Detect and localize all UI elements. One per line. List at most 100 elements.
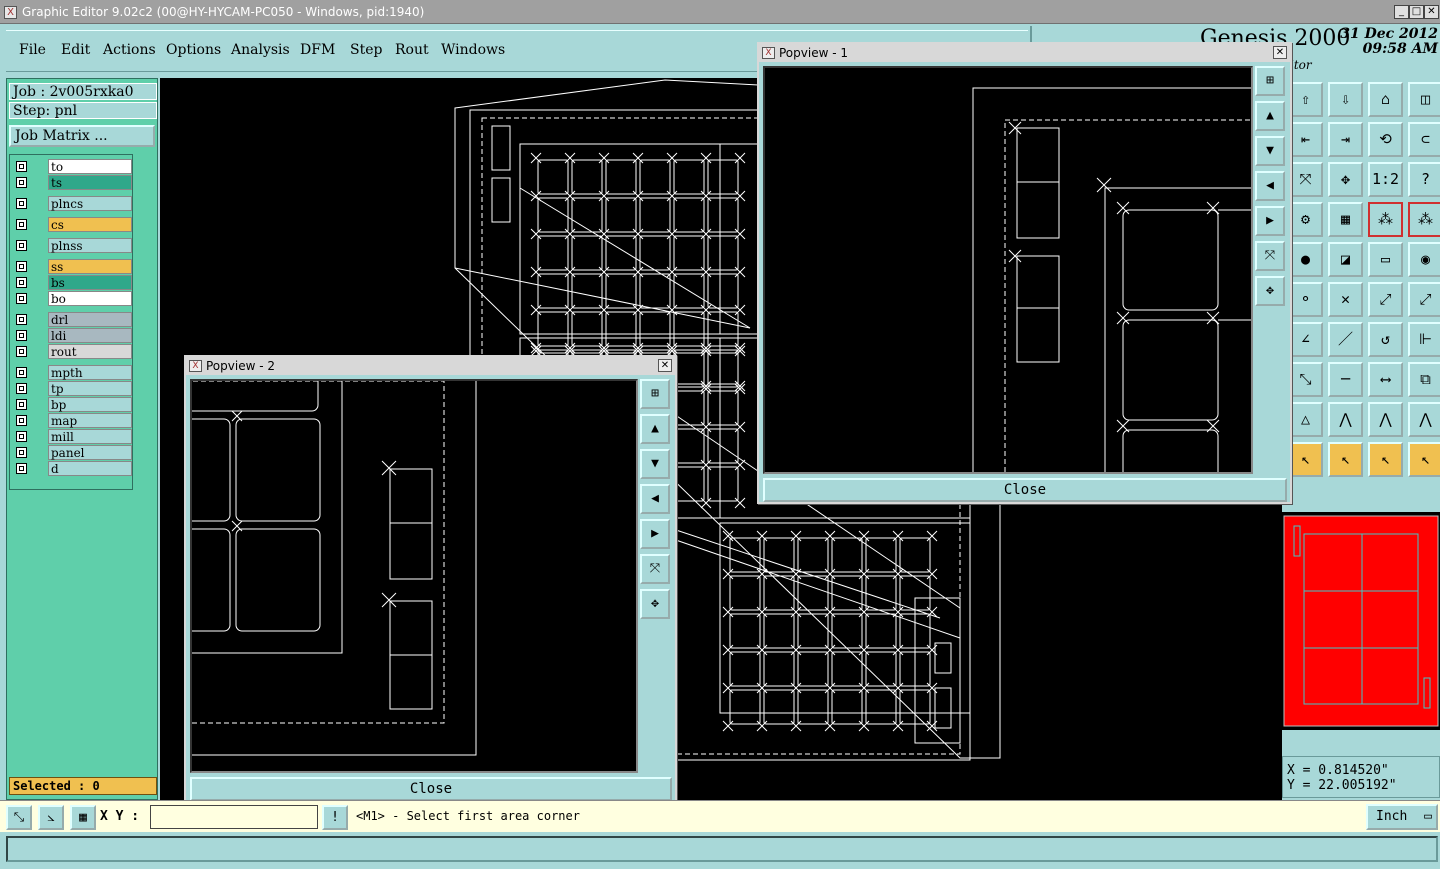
menu-dfm[interactable]: DFM (300, 42, 335, 58)
pan-down-icon[interactable]: ▼ (1255, 136, 1285, 166)
layer-name[interactable]: plncs (48, 196, 132, 211)
hline-icon[interactable]: ─ (1328, 362, 1363, 397)
select-area-icon[interactable]: ⤡ (1288, 362, 1323, 397)
layer-row-tp[interactable]: tp (12, 381, 132, 396)
zoom-home-icon[interactable]: ✥ (1255, 276, 1285, 306)
layer-checkbox[interactable] (16, 346, 27, 357)
popview-2-close-icon[interactable]: ✕ (658, 359, 672, 372)
popview-1-close-button[interactable]: Close (763, 478, 1287, 502)
layer-checkbox[interactable] (16, 261, 27, 272)
layer-row-cs[interactable]: cs (12, 217, 132, 232)
pan-up-icon[interactable]: ▲ (1255, 101, 1285, 131)
popview-2-canvas[interactable] (131, 360, 638, 773)
zoom-in-icon[interactable]: ⊞ (1255, 66, 1285, 96)
pad-icon[interactable]: ● (1288, 242, 1323, 277)
alert-icon[interactable]: ! (322, 805, 348, 830)
zoom-in-icon[interactable]: ⊞ (640, 379, 670, 409)
home-icon[interactable]: ⌂ (1368, 82, 1403, 117)
circle-icon[interactable]: ◉ (1408, 242, 1440, 277)
pan-left-icon[interactable]: ◀ (1255, 171, 1285, 201)
popview-2-close-button[interactable]: Close (190, 777, 672, 801)
layer-name[interactable]: panel (48, 445, 132, 460)
pointer-icon[interactable]: ↖ (1288, 442, 1323, 477)
angle-icon[interactable]: ∠ (1288, 322, 1323, 357)
pan-right-icon[interactable]: ▶ (640, 519, 670, 549)
dimension-icon[interactable]: ⟷ (1368, 362, 1403, 397)
layer-row-mill[interactable]: mill (12, 429, 132, 444)
line-icon[interactable]: ／ (1328, 322, 1363, 357)
zoom-fit-icon[interactable]: ⤧ (640, 554, 670, 584)
zoom-fit-icon[interactable]: ⤧ (1288, 162, 1323, 197)
pan-right-icon[interactable]: ▶ (1255, 206, 1285, 236)
move-left-icon[interactable]: ⇤ (1288, 122, 1323, 157)
layer-checkbox[interactable] (16, 293, 27, 304)
grid-icon[interactable]: ▦ (1328, 202, 1363, 237)
snap-icon[interactable]: ⤡ (6, 805, 32, 830)
connect-icon[interactable]: ⚬ (1288, 282, 1323, 317)
arc-icon[interactable]: ↺ (1368, 322, 1403, 357)
layer-name[interactable]: ldi (48, 328, 132, 343)
delete-icon[interactable]: ✕ (1328, 282, 1363, 317)
pan-down-icon[interactable]: ▼ (640, 449, 670, 479)
layer-checkbox[interactable] (16, 240, 27, 251)
snap-pads-icon[interactable]: ⁂ (1368, 202, 1403, 237)
grid-icon[interactable]: ▦ (70, 805, 96, 830)
job-matrix-button[interactable]: Job Matrix ... (9, 125, 155, 147)
triangle-icon[interactable]: ⋀ (1408, 402, 1440, 437)
close-window-button[interactable]: ✕ (1424, 5, 1439, 19)
menu-step[interactable]: Step (350, 42, 382, 58)
layer-checkbox[interactable] (16, 415, 27, 426)
layer-name[interactable]: rout (48, 344, 132, 359)
move-down-icon[interactable]: ⇩ (1328, 82, 1363, 117)
layer-checkbox[interactable] (16, 330, 27, 341)
layer-name[interactable]: ss (48, 259, 132, 274)
layer-row-plnss[interactable]: plnss (12, 238, 132, 253)
pan-left-icon[interactable]: ◀ (640, 484, 670, 514)
fiducial-icon[interactable]: ⊩ (1408, 322, 1440, 357)
measure-icon[interactable]: ⦣ (38, 805, 64, 830)
layer-name[interactable]: bp (48, 397, 132, 412)
layer-checkbox[interactable] (16, 161, 27, 172)
layer-row-d[interactable]: d (12, 461, 132, 476)
pan-up-icon[interactable]: ▲ (640, 414, 670, 444)
menu-analysis[interactable]: Analysis (231, 42, 290, 58)
shape-icon[interactable]: ◪ (1328, 242, 1363, 277)
ruler-icon[interactable]: ▭ (1368, 242, 1403, 277)
help-icon[interactable]: ? (1408, 162, 1440, 197)
layer-name[interactable]: plnss (48, 238, 132, 253)
layer-row-drl[interactable]: drl (12, 312, 132, 327)
layer-checkbox[interactable] (16, 277, 27, 288)
layer-name[interactable]: mill (48, 429, 132, 444)
line-nodes-icon[interactable]: ⤢ (1368, 282, 1403, 317)
layer-name[interactable]: mpth (48, 365, 132, 380)
layer-name[interactable]: bo (48, 291, 132, 306)
zoom-center-icon[interactable]: ✥ (1328, 162, 1363, 197)
layer-name[interactable]: tp (48, 381, 132, 396)
arc-nodes-icon[interactable]: ⤢ (1408, 282, 1440, 317)
layer-row-ts[interactable]: ts (12, 175, 132, 190)
layer-row-panel[interactable]: panel (12, 445, 132, 460)
layer-row-ldi[interactable]: ldi (12, 328, 132, 343)
layer-checkbox[interactable] (16, 463, 27, 474)
move-right-icon[interactable]: ⇥ (1328, 122, 1363, 157)
layer-checkbox[interactable] (16, 367, 27, 378)
split-view-icon[interactable]: ◫ (1408, 82, 1440, 117)
layer-row-ss[interactable]: ss (12, 259, 132, 274)
layer-name[interactable]: map (48, 413, 132, 428)
polygon-icon[interactable]: ⋀ (1328, 402, 1363, 437)
contour-icon[interactable]: ⊂ (1408, 122, 1440, 157)
popview-1-canvas[interactable] (763, 66, 1253, 491)
maximize-button[interactable]: □ (1409, 5, 1424, 19)
layer-row-bo[interactable]: bo (12, 291, 132, 306)
xy-input[interactable] (150, 805, 318, 829)
layer-checkbox[interactable] (16, 383, 27, 394)
layers-icon[interactable]: ⧉ (1408, 362, 1440, 397)
menu-rout[interactable]: Rout (395, 42, 429, 58)
layer-row-to[interactable]: to (12, 159, 132, 174)
menu-actions[interactable]: Actions (103, 42, 156, 58)
layer-row-bp[interactable]: bp (12, 397, 132, 412)
layer-row-mpth[interactable]: mpth (12, 365, 132, 380)
menu-edit[interactable]: Edit (61, 42, 90, 58)
layer-name[interactable]: ts (48, 175, 132, 190)
menu-options[interactable]: Options (166, 42, 221, 58)
